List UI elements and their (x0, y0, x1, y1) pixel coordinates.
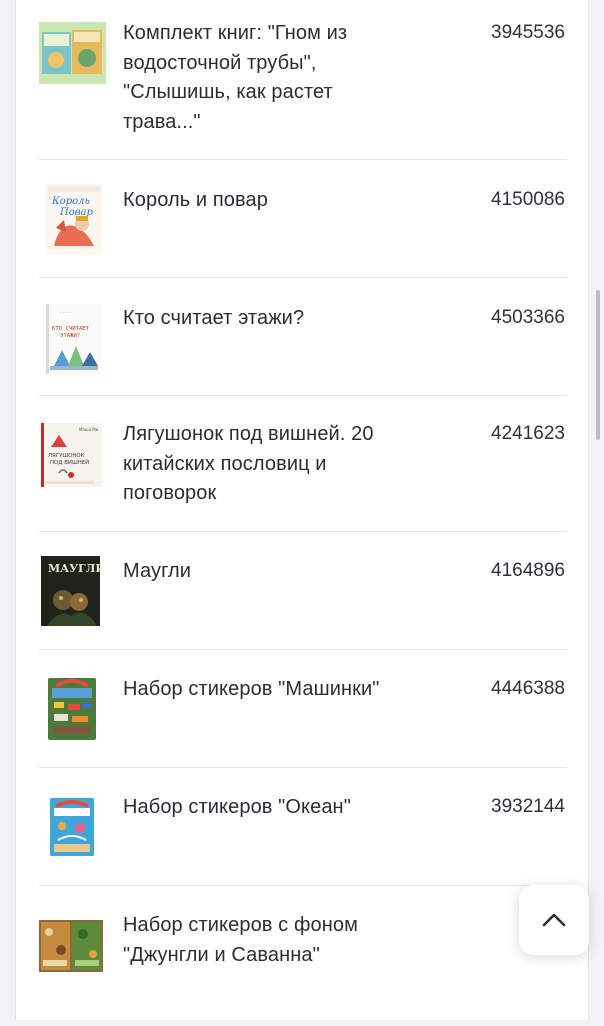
book-cover-floors-thumbnail[interactable]: · · · · · КТО СЧИТАЕТ ЭТАЖИ? (46, 304, 102, 374)
svg-text:· · · · ·: · · · · · (60, 310, 71, 315)
svg-text:ПОД ВИШНЕЙ: ПОД ВИШНЕЙ (50, 459, 89, 466)
chevron-up-icon (541, 912, 567, 928)
sticker-book-jungle-thumbnail[interactable] (39, 920, 103, 972)
list-item[interactable]: МАУГЛИ Маугли 4164896 (39, 532, 567, 650)
list-item[interactable]: Набор стикеров "Машинки" 4446388 (39, 650, 567, 768)
list-item[interactable]: Набор стикеров с фоном "Джунгли и Саванн… (39, 886, 567, 1026)
book-set-cover-thumbnail[interactable] (39, 22, 106, 84)
product-code: 3945536 (491, 22, 565, 43)
list-item[interactable]: Набор стикеров "Океан" 3932144 (39, 768, 567, 886)
product-title[interactable]: Король и повар (123, 186, 393, 216)
svg-text:КТО СЧИТАЕТ: КТО СЧИТАЕТ (52, 326, 90, 332)
sticker-book-ocean-thumbnail[interactable] (50, 798, 94, 856)
product-code: 3932144 (491, 796, 565, 817)
product-title[interactable]: Набор стикеров "Океан" (123, 793, 393, 823)
book-cover-king-and-cook-thumbnail[interactable]: Король Повар (46, 184, 102, 254)
scrollbar[interactable] (596, 290, 600, 440)
list-item[interactable]: · · · · · КТО СЧИТАЕТ ЭТАЖИ? Кто считает… (39, 278, 567, 396)
book-cover-mowgli-thumbnail[interactable]: МАУГЛИ (41, 556, 100, 626)
book-cover-frog-thumbnail[interactable]: Маша Ми ЛЯГУШОНОК ПОД ВИШНЕЙ (41, 423, 102, 487)
product-code: 4150086 (491, 189, 565, 210)
product-code: 4446388 (491, 678, 565, 699)
product-title[interactable]: Лягушонок под вишней. 20 китайских посло… (123, 420, 393, 509)
svg-text:ЛЯГУШОНОК: ЛЯГУШОНОК (48, 453, 85, 459)
product-title[interactable]: Набор стикеров "Машинки" (123, 675, 393, 705)
sticker-book-cars-thumbnail[interactable] (48, 678, 96, 740)
product-list-card: Комплект книг: "Гном из водосточной труб… (15, 0, 589, 1020)
svg-text:МАУГЛИ: МАУГЛИ (48, 562, 100, 575)
list-item[interactable]: Король Повар Король и повар 4150086 (39, 160, 567, 278)
product-title[interactable]: Кто считает этажи? (123, 304, 393, 334)
list-item[interactable]: Маша Ми ЛЯГУШОНОК ПОД ВИШНЕЙ Лягушонок п… (39, 396, 567, 532)
product-code: 4503366 (491, 307, 565, 328)
product-code: 4164896 (491, 560, 565, 581)
product-title[interactable]: Маугли (123, 557, 393, 587)
svg-text:Маша Ми: Маша Ми (79, 427, 99, 432)
product-title[interactable]: Набор стикеров с фоном "Джунгли и Саванн… (123, 911, 393, 970)
product-title[interactable]: Комплект книг: "Гном из водосточной труб… (123, 19, 393, 137)
svg-text:Король: Король (51, 196, 90, 207)
product-code: 4241623 (491, 423, 565, 444)
scroll-to-top-button[interactable] (519, 885, 589, 955)
product-list: Комплект книг: "Гном из водосточной труб… (39, 0, 567, 1026)
svg-text:ЭТАЖИ?: ЭТАЖИ? (60, 333, 80, 339)
list-item[interactable]: Комплект книг: "Гном из водосточной труб… (39, 0, 567, 160)
